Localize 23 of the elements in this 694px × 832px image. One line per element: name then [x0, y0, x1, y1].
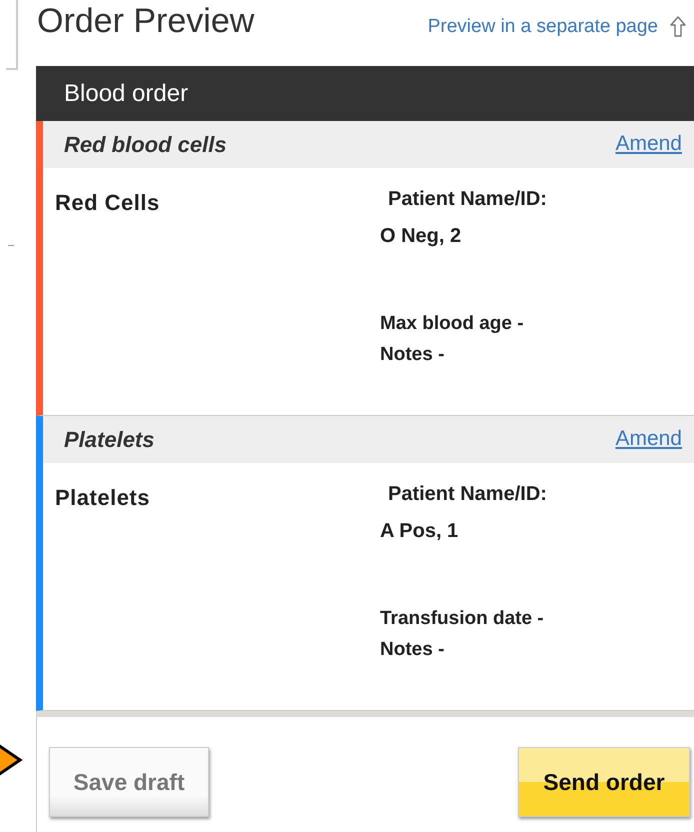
product-name: Platelets — [55, 485, 151, 512]
section-title: Red blood cells — [64, 132, 227, 158]
send-button[interactable]: Send order — [518, 747, 690, 817]
panel-edge — [6, 0, 18, 70]
detail-text: Notes - — [380, 343, 446, 367]
detail-text: Max blood age - — [380, 312, 525, 336]
patient-label: Patient Name/ID: — [388, 483, 547, 506]
amend-link[interactable]: Amend — [615, 426, 682, 450]
product-name: Red Cells — [55, 190, 161, 217]
panel-header: Blood order — [36, 66, 694, 121]
preview-link[interactable]: Preview in a separate page — [428, 16, 658, 38]
dash-mark — [8, 245, 14, 246]
section-title: Platelets — [64, 426, 154, 452]
patient-value: A Pos, 1 — [380, 520, 460, 543]
save-button[interactable]: Save draft — [49, 747, 209, 817]
patient-label: Patient Name/ID: — [388, 188, 547, 211]
detail-text: Notes - — [380, 638, 446, 662]
amend-link[interactable]: Amend — [615, 132, 682, 156]
patient-value: O Neg, 2 — [380, 225, 462, 248]
page-title: Order Preview — [37, 2, 254, 41]
detail-text: Transfusion date - — [380, 607, 545, 631]
arrow-up-icon[interactable] — [670, 16, 686, 38]
pointer-icon — [0, 743, 24, 777]
